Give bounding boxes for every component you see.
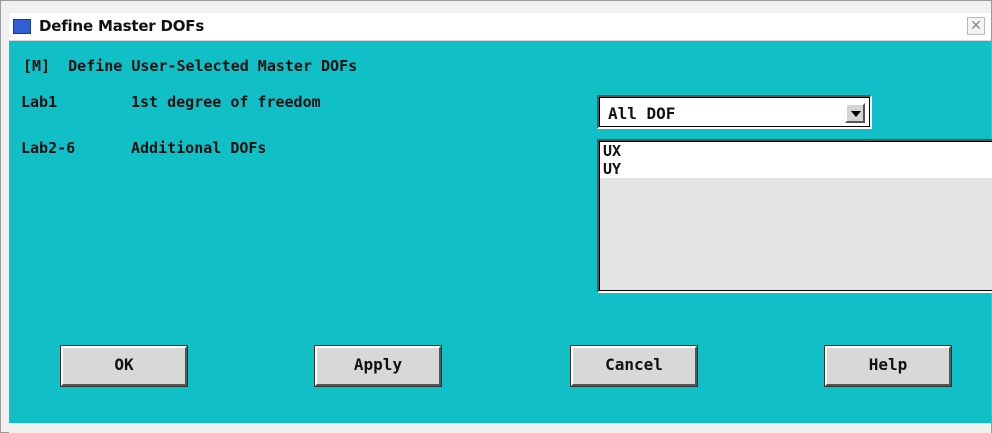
lab1-description: 1st degree of freedom xyxy=(131,93,321,111)
apply-button[interactable]: Apply xyxy=(314,345,442,387)
list-item[interactable]: UX xyxy=(600,142,992,160)
lab1-key: Lab1 xyxy=(21,93,58,111)
window-icon xyxy=(13,19,31,34)
help-button[interactable]: Help xyxy=(824,345,952,387)
additional-dofs-listbox[interactable]: UX UY xyxy=(597,139,992,293)
lab2-6-key: Lab2-6 xyxy=(21,139,76,157)
title-bar[interactable]: Define Master DOFs ✕ xyxy=(9,13,991,41)
chevron-down-icon[interactable] xyxy=(845,103,865,123)
list-item[interactable]: UY xyxy=(600,160,992,178)
lab2-6-description: Additional DOFs xyxy=(131,139,267,157)
dialog-header: [M] Define User-Selected Master DOFs xyxy=(23,57,358,75)
dialog-window: Define Master DOFs ✕ [M] Define User-Sel… xyxy=(0,0,992,433)
window-title: Define Master DOFs xyxy=(39,17,205,35)
lab1-selected-value: All DOF xyxy=(608,104,676,123)
close-icon[interactable]: ✕ xyxy=(967,17,985,35)
ok-button[interactable]: OK xyxy=(60,345,188,387)
dialog-bottom-strip xyxy=(9,423,991,433)
dialog-body: [M] Define User-Selected Master DOFs Lab… xyxy=(9,41,992,433)
cancel-button[interactable]: Cancel xyxy=(570,345,698,387)
lab1-dropdown[interactable]: All DOF xyxy=(597,95,872,129)
